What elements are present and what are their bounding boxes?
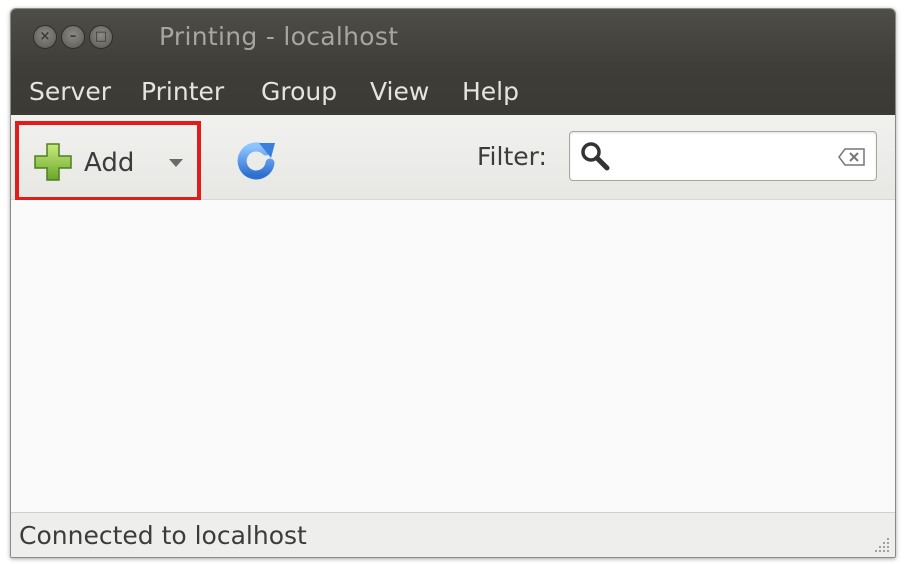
maximize-window-button[interactable]: □ bbox=[89, 25, 113, 49]
clear-icon[interactable] bbox=[838, 148, 866, 166]
search-icon bbox=[581, 142, 610, 171]
add-printer-button[interactable]: Add bbox=[15, 121, 201, 201]
filter-label: Filter: bbox=[477, 142, 547, 171]
resize-grip-icon[interactable] bbox=[873, 536, 891, 554]
menu-bar: Server Printer Group View Help bbox=[11, 69, 895, 115]
window-title: Printing - localhost bbox=[159, 22, 399, 51]
chevron-down-icon[interactable] bbox=[169, 159, 183, 167]
status-text: Connected to localhost bbox=[19, 521, 307, 550]
toolbar: Add Filter: bbox=[11, 115, 895, 201]
menu-group[interactable]: Group bbox=[261, 69, 337, 115]
plus-icon bbox=[34, 143, 72, 181]
minimize-window-button[interactable]: – bbox=[61, 25, 85, 49]
filter-search-field[interactable] bbox=[569, 131, 877, 181]
title-bar[interactable]: × – □ Printing - localhost bbox=[11, 9, 895, 69]
add-label: Add bbox=[84, 148, 135, 178]
printing-window: × – □ Printing - localhost Server Printe… bbox=[10, 8, 896, 558]
printer-list-area[interactable] bbox=[11, 200, 895, 512]
close-window-button[interactable]: × bbox=[33, 25, 57, 49]
refresh-icon[interactable] bbox=[233, 137, 279, 183]
menu-help[interactable]: Help bbox=[462, 69, 519, 115]
status-bar: Connected to localhost bbox=[11, 512, 895, 557]
menu-printer[interactable]: Printer bbox=[141, 69, 224, 115]
menu-server[interactable]: Server bbox=[29, 69, 111, 115]
menu-view[interactable]: View bbox=[370, 69, 429, 115]
